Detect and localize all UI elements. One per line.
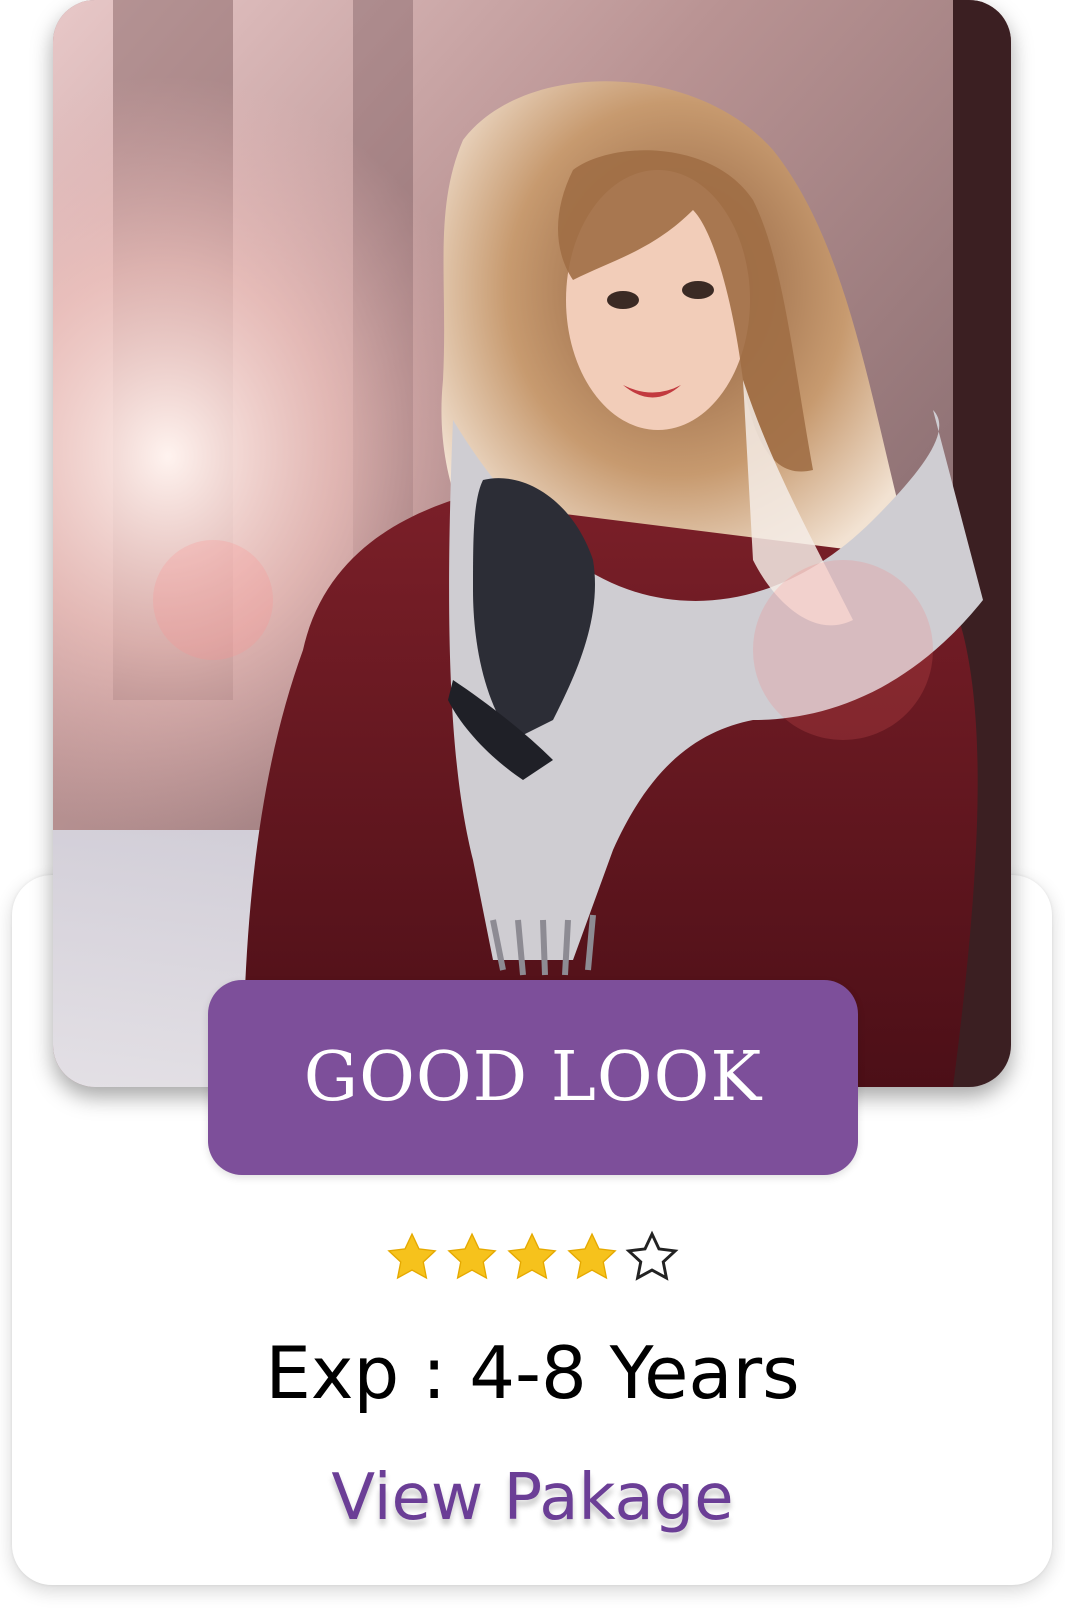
title-badge: GOOD LOOK (208, 980, 858, 1175)
star-filled-icon (507, 1232, 557, 1280)
star-filled-icon (567, 1232, 617, 1280)
star-rating (384, 1230, 680, 1284)
star-outline-icon (625, 1230, 679, 1281)
card-title: GOOD LOOK (303, 1038, 763, 1117)
star-filled-icon (447, 1232, 497, 1280)
experience-text: Exp : 4-8 Years (265, 1331, 800, 1415)
profile-photo (53, 0, 1011, 1087)
profile-card-stage: GOOD LOOK Exp : 4-8 Years View Pakage (0, 0, 1065, 1608)
view-package-link[interactable]: View Pakage (0, 1466, 1065, 1530)
star-filled-icon (387, 1232, 437, 1280)
